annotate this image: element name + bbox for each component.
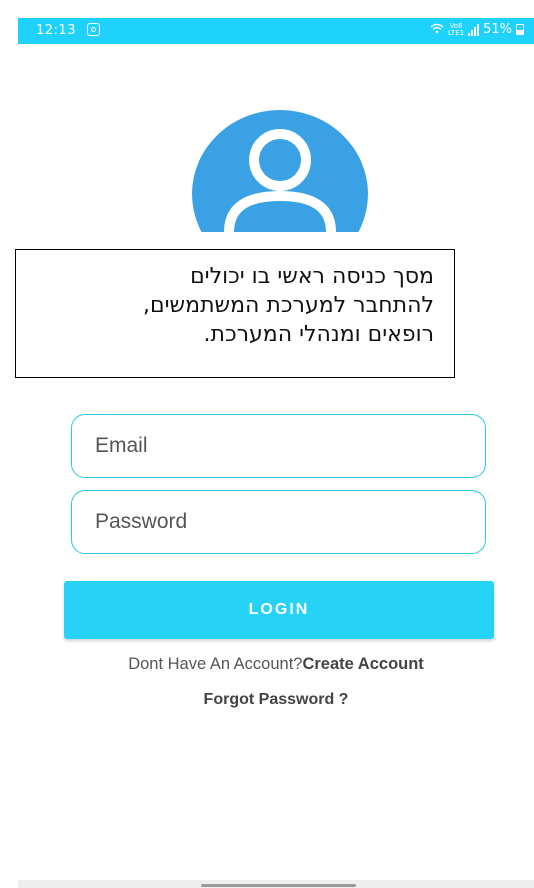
status-time: 12:13 — [36, 23, 76, 38]
instagram-icon — [87, 23, 100, 36]
navigation-bar — [18, 880, 534, 888]
forgot-password-link[interactable]: Forgot Password ? — [18, 691, 534, 709]
callout-line-2: להתחבר למערכת המשתמשים, — [143, 293, 434, 318]
callout-line-3: רופאים ומנהלי המערכת. — [203, 322, 435, 347]
create-account-link[interactable]: Create Account — [302, 655, 423, 673]
battery-percent: 51% — [483, 22, 512, 37]
status-indicators: Vo8 LTE1 51% — [430, 22, 524, 37]
email-placeholder: Email — [95, 434, 148, 457]
email-field[interactable]: Email — [71, 414, 486, 478]
forgot-password-label: Forgot Password ? — [203, 691, 349, 708]
password-field[interactable]: Password — [71, 490, 486, 554]
volte-icon: Vo8 LTE1 — [448, 21, 465, 37]
annotation-callout: מסך כניסה ראשי בו יכולים להתחבר למערכת ה… — [15, 249, 455, 378]
phone-screen: 12:13 Vo8 LTE1 51% מסך כניסה ראשי בו יכו… — [15, 18, 534, 888]
signup-prompt: Dont Have An Account?Create Account — [18, 655, 534, 674]
battery-icon — [516, 24, 524, 35]
login-button[interactable]: LOGIN — [64, 581, 494, 639]
status-bar: 12:13 Vo8 LTE1 51% — [18, 18, 534, 44]
password-placeholder: Password — [95, 510, 188, 533]
callout-line-1: מסך כניסה ראשי בו יכולים — [190, 264, 434, 289]
signal-strength-icon — [468, 23, 480, 36]
no-account-text: Dont Have An Account? — [128, 655, 303, 673]
wifi-icon — [430, 23, 444, 37]
home-indicator[interactable] — [201, 884, 356, 887]
login-button-label: LOGIN — [248, 601, 310, 618]
user-avatar-icon — [192, 110, 368, 232]
